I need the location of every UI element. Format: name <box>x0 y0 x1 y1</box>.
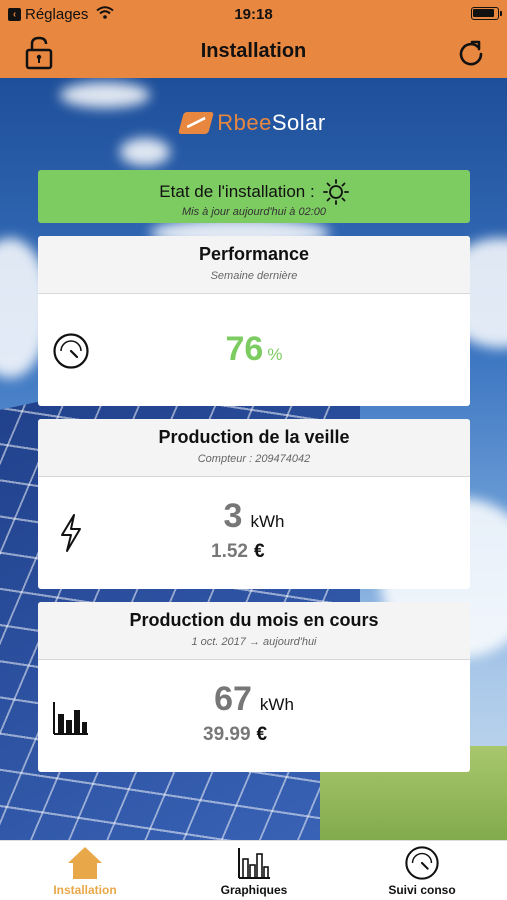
clock: 19:18 <box>234 6 273 23</box>
currency: € <box>253 541 265 562</box>
refresh-icon[interactable] <box>457 39 485 67</box>
performance-number: 76 <box>225 330 264 368</box>
monthly-energy: 67 kWh <box>38 680 470 719</box>
money-value: 1.52 <box>211 541 248 562</box>
daily-production-card[interactable]: Production de la veille Compteur : 20947… <box>38 419 470 589</box>
energy-unit: kWh <box>259 695 294 714</box>
home-icon <box>68 847 102 879</box>
performance-value: 76% <box>38 330 470 369</box>
status-updated-time: Mis à jour aujourd'hui à 02:00 <box>182 206 326 218</box>
energy-unit: kWh <box>250 512 285 531</box>
brand-part-1: Rbee <box>217 110 272 135</box>
monthly-money: 39.99 € <box>203 724 267 746</box>
installation-status-banner: Etat de l'installation : Mis à jour aujo… <box>38 170 470 223</box>
tab-label: Graphiques <box>220 883 288 897</box>
tab-bar: Installation Graphiques Suivi conso <box>0 840 507 900</box>
tab-graphiques[interactable]: Graphiques <box>194 845 314 897</box>
battery-icon <box>471 7 502 20</box>
status-title: Etat de l'installation : <box>159 182 315 201</box>
page-title: Installation <box>200 40 307 62</box>
tab-installation[interactable]: Installation <box>25 845 145 897</box>
gauge-icon <box>405 846 439 880</box>
daily-money: 1.52 € <box>211 541 265 563</box>
card-subtitle: Compteur : 209474042 <box>197 453 311 465</box>
top-bar: ‹ Réglages 19:18 Installation <box>0 0 507 78</box>
card-title: Performance <box>198 244 310 264</box>
brand-logo: RbeeSolar <box>0 110 507 136</box>
energy-value: 67 <box>214 680 252 718</box>
money-value: 39.99 <box>203 724 251 745</box>
tab-suivi-conso[interactable]: Suivi conso <box>362 845 482 897</box>
brand-part-2: Solar <box>271 110 326 135</box>
daily-energy: 3 kWh <box>38 497 470 536</box>
performance-unit: % <box>267 345 283 364</box>
performance-card[interactable]: Performance Semaine dernière 76% <box>38 236 470 406</box>
card-subtitle: 1 oct. 2017 → aujourd'hui <box>191 636 317 648</box>
card-title: Production de la veille <box>158 427 350 447</box>
currency: € <box>256 724 268 745</box>
card-subtitle: Semaine dernière <box>210 270 298 282</box>
sun-icon <box>322 179 349 205</box>
monthly-production-card[interactable]: Production du mois en cours 1 oct. 2017 … <box>38 602 470 772</box>
card-title: Production du mois en cours <box>129 610 379 630</box>
energy-value: 3 <box>223 497 243 535</box>
status-bar: ‹ Réglages 19:18 <box>0 0 507 28</box>
logo-mark-icon <box>178 112 215 134</box>
graph-icon <box>238 848 270 879</box>
tab-label: Installation <box>53 883 117 897</box>
tab-label: Suivi conso <box>388 883 456 897</box>
